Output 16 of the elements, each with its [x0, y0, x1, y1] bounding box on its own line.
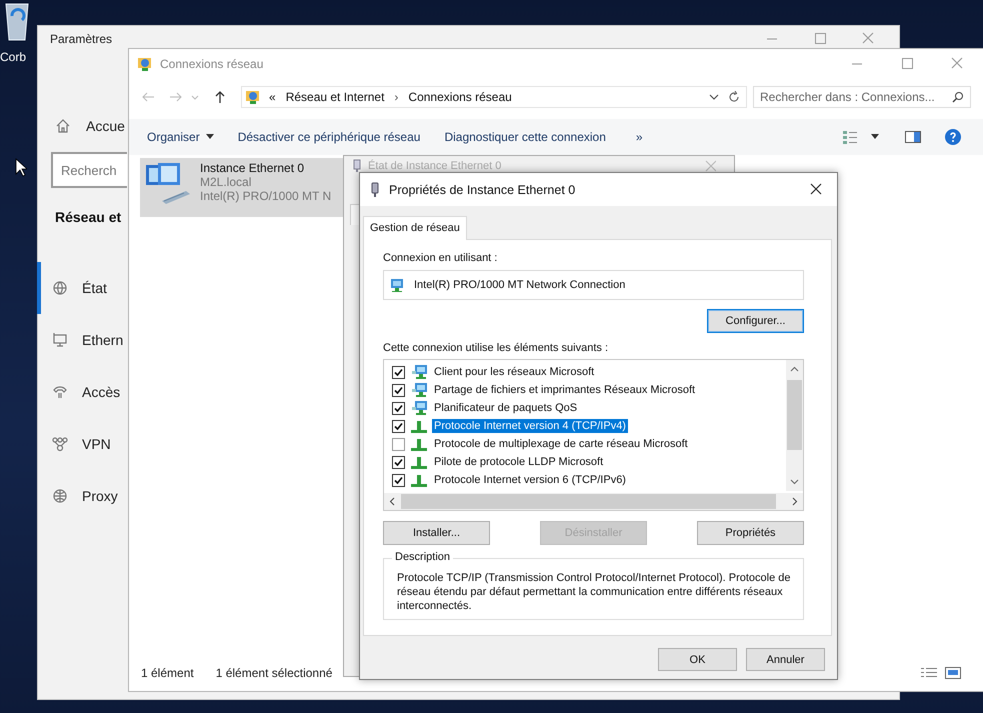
connection-adapter: Intel(R) PRO/1000 MT N [200, 189, 332, 203]
window-title: Connexions réseau [160, 57, 264, 71]
desktop-icon-label: Corb [0, 50, 26, 64]
status-text: 1 élément sélectionné [216, 666, 332, 680]
field-label: Cette connexion utilise les éléments suivants : [383, 342, 610, 354]
group-label: Description [392, 551, 454, 563]
window-title: État de Instance Ethernet 0 [368, 160, 502, 172]
description-text: Protocole TCP/IP (Transmission Control Protocol/Internet Protocol). Protocole de réseau étendu par défaut permettant la communication entre différents réseaux interconnectés. [397, 571, 792, 613]
window-title: Paramètres [50, 32, 112, 46]
field-label: Connexion en utilisant : [383, 252, 498, 264]
connection-domain: M2L.local [200, 175, 252, 189]
adapter-field: Intel(R) PRO/1000 MT Network Connection [383, 270, 804, 300]
dialog-title: Propriétés de Instance Ethernet 0 [389, 182, 576, 196]
status-text: 1 élément [141, 666, 194, 680]
connection-name: Instance Ethernet 0 [200, 161, 306, 175]
section-title: Réseau et [55, 209, 122, 225]
